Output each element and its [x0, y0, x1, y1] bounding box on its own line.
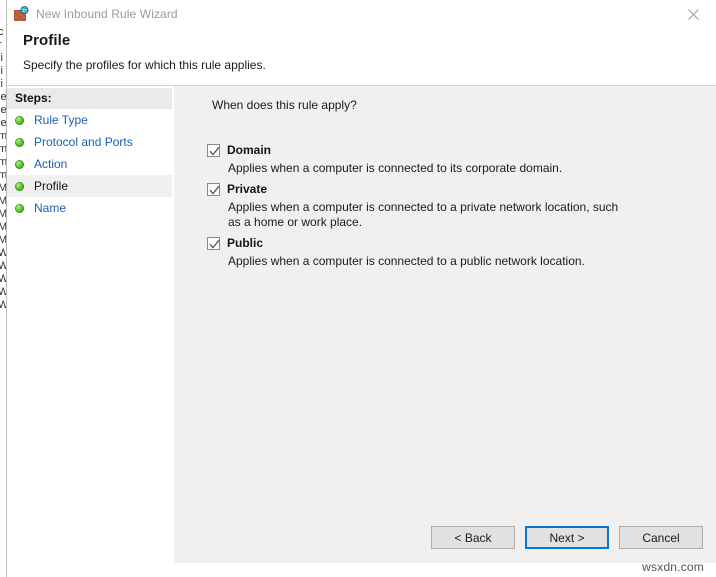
checkbox-checked-icon[interactable]	[207, 144, 220, 157]
step-bullet-icon	[15, 138, 24, 147]
checkbox-public[interactable]: Public	[207, 236, 686, 250]
sidebar-item-label: Protocol and Ports	[34, 135, 133, 149]
sidebar-item-action[interactable]: Action	[7, 153, 172, 175]
option-private: Private Applies when a computer is conne…	[207, 182, 686, 230]
sidebar-item-label: Profile	[34, 179, 68, 193]
option-label: Public	[227, 236, 263, 250]
option-description: Applies when a computer is connected to …	[228, 254, 628, 269]
checkbox-private[interactable]: Private	[207, 182, 686, 196]
back-button[interactable]: < Back	[431, 526, 515, 549]
cancel-button[interactable]: Cancel	[619, 526, 703, 549]
page-subtitle: Specify the profiles for which this rule…	[23, 58, 716, 72]
title-bar: New Inbound Rule Wizard	[7, 0, 716, 28]
sidebar-item-label: Rule Type	[34, 113, 88, 127]
step-bullet-icon	[15, 116, 24, 125]
step-bullet-icon	[15, 160, 24, 169]
watermark: wsxdn.com	[642, 560, 704, 574]
content-pane: When does this rule apply? Domain Applie…	[173, 86, 716, 563]
sidebar-item-rule-type[interactable]: Rule Type	[7, 109, 172, 131]
profile-options-group: Domain Applies when a computer is connec…	[207, 143, 686, 275]
sidebar-item-label: Name	[34, 201, 66, 215]
checkbox-domain[interactable]: Domain	[207, 143, 686, 157]
next-button[interactable]: Next >	[525, 526, 609, 549]
option-public: Public Applies when a computer is connec…	[207, 236, 686, 269]
sidebar-item-protocol-and-ports[interactable]: Protocol and Ports	[7, 131, 172, 153]
steps-heading: Steps:	[7, 88, 172, 109]
checkbox-checked-icon[interactable]	[207, 237, 220, 250]
wizard-body: Steps: Rule Type Protocol and Ports Acti…	[7, 86, 716, 563]
checkbox-checked-icon[interactable]	[207, 183, 220, 196]
sidebar-item-name[interactable]: Name	[7, 197, 172, 219]
sidebar-item-profile[interactable]: Profile	[7, 175, 172, 197]
page-title: Profile	[23, 32, 716, 49]
wizard-header: Profile Specify the profiles for which t…	[7, 28, 716, 85]
close-icon[interactable]	[671, 0, 716, 28]
option-domain: Domain Applies when a computer is connec…	[207, 143, 686, 176]
new-inbound-rule-wizard-dialog: New Inbound Rule Wizard Profile Specify …	[7, 0, 716, 563]
step-bullet-icon	[15, 182, 24, 191]
dialog-button-row: < Back Next > Cancel	[431, 526, 703, 549]
step-bullet-icon	[15, 204, 24, 213]
sidebar-item-label: Action	[34, 157, 67, 171]
option-description: Applies when a computer is connected to …	[228, 200, 628, 230]
question-label: When does this rule apply?	[212, 98, 357, 112]
option-description: Applies when a computer is connected to …	[228, 161, 628, 176]
firewall-globe-icon	[13, 6, 29, 22]
window-title: New Inbound Rule Wizard	[36, 7, 178, 21]
option-label: Private	[227, 182, 267, 196]
option-label: Domain	[227, 143, 271, 157]
steps-sidebar: Steps: Rule Type Protocol and Ports Acti…	[7, 86, 173, 563]
